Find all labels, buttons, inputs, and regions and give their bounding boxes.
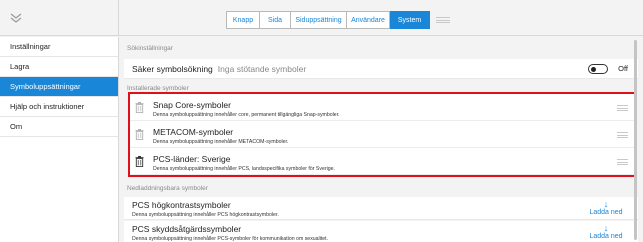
tab-system[interactable]: System: [390, 11, 430, 29]
download-button[interactable]: ↓ Ladda ned: [586, 223, 626, 241]
safe-search-label: Säker symbolsökning: [132, 63, 213, 74]
double-chevron-down-icon: [10, 13, 22, 23]
reorder-handle-icon[interactable]: [617, 132, 628, 138]
tab-knapp[interactable]: Knapp: [226, 11, 260, 29]
sidebar-item-lagra[interactable]: Lagra: [0, 57, 118, 77]
installed-title: METACOM-symboler: [153, 127, 234, 137]
installed-desc: Denna symboluppsättning innehåller PCS, …: [153, 166, 335, 172]
installed-text: METACOM-symboler Denna symboluppsättning…: [153, 127, 288, 145]
safe-search-value: Inga stötande symboler: [217, 63, 307, 74]
download-desc: Denna symboluppsättning innehåller PCS-s…: [132, 236, 329, 242]
download-label: Ladda ned: [589, 233, 623, 240]
top-tabs: Knapp Sida Siduppsättning Användare Syst…: [226, 11, 430, 29]
download-row: PCS högkontrastsymboler Denna symbolupps…: [124, 197, 638, 220]
installed-title: Snap Core-symboler: [153, 100, 231, 110]
installed-text: PCS-länder: Sverige Denna symboluppsättn…: [153, 154, 335, 172]
toggle-state-label: Off: [618, 64, 628, 73]
sidebar-item-om[interactable]: Om: [0, 117, 118, 137]
scrollbar[interactable]: [634, 40, 637, 240]
sidebar-item-hjalp[interactable]: Hjälp och instruktioner: [0, 97, 118, 117]
installed-desc: Denna symboluppsättning innehåller METAC…: [153, 139, 289, 145]
downloadable-header: Nedladdningsbara symboler: [127, 184, 208, 192]
installed-row[interactable]: PCS-länder: Sverige Denna symboluppsättn…: [130, 148, 634, 175]
drag-handle-icon[interactable]: [436, 17, 450, 23]
sidebar-item-symboluppsattningar[interactable]: Symboluppsättningar: [0, 77, 118, 97]
toggle-knob: [591, 66, 596, 72]
safe-search-row[interactable]: Säker symbolsökning Inga stötande symbol…: [124, 59, 638, 79]
installed-row[interactable]: METACOM-symboler Denna symboluppsättning…: [130, 121, 634, 148]
tab-siduppsattning[interactable]: Siduppsättning: [291, 11, 347, 29]
installed-title: PCS-länder: Sverige: [153, 154, 231, 164]
installed-row[interactable]: Snap Core-symboler Denna symboluppsättni…: [130, 94, 634, 121]
download-title: PCS skyddsåtgärdssymboler: [132, 224, 242, 234]
trash-icon[interactable]: [135, 156, 144, 167]
download-label: Ladda ned: [589, 209, 623, 216]
trash-icon[interactable]: [135, 129, 144, 140]
download-desc: Denna symboluppsättning innehåller PCS h…: [132, 212, 279, 218]
reorder-handle-icon[interactable]: [617, 105, 628, 111]
download-arrow-icon: ↓: [603, 223, 609, 233]
sidebar: Inställningar Lagra Symboluppsättningar …: [0, 37, 119, 242]
download-arrow-icon: ↓: [603, 199, 609, 209]
installed-text: Snap Core-symboler Denna symboluppsättni…: [153, 100, 340, 118]
trash-icon[interactable]: [135, 102, 144, 113]
download-title: PCS högkontrastsymboler: [132, 200, 231, 210]
top-bar: Knapp Sida Siduppsättning Användare Syst…: [0, 0, 643, 36]
search-settings-header: Sökinställningar: [127, 44, 173, 52]
installed-symbols-list: Snap Core-symboler Denna symboluppsättni…: [128, 92, 636, 177]
download-row: PCS skyddsåtgärdssymboler Denna symbolup…: [124, 221, 638, 242]
sidebar-item-installningar[interactable]: Inställningar: [0, 37, 118, 57]
tab-sida[interactable]: Sida: [260, 11, 291, 29]
installed-desc: Denna symboluppsättning innehåller core,…: [153, 112, 340, 118]
safe-search-toggle[interactable]: [588, 64, 608, 74]
reorder-handle-icon[interactable]: [617, 159, 628, 165]
collapse-button[interactable]: [0, 0, 119, 36]
tab-anvandare[interactable]: Användare: [347, 11, 390, 29]
download-button[interactable]: ↓ Ladda ned: [586, 199, 626, 217]
